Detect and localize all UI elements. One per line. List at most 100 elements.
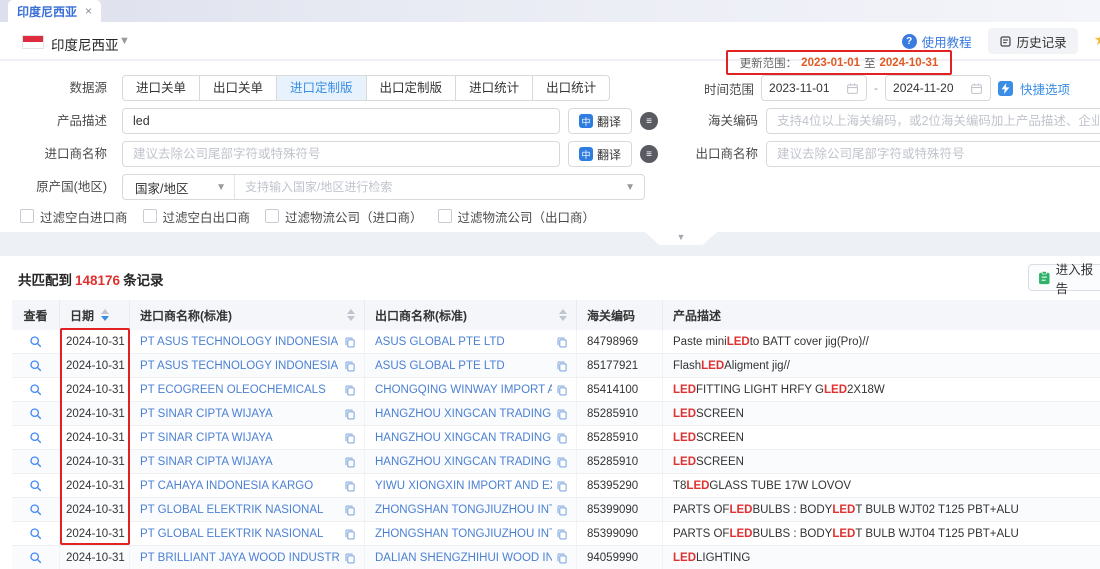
copy-icon[interactable]	[344, 336, 356, 348]
sort-icon[interactable]	[101, 309, 109, 321]
history-button[interactable]: 历史记录	[988, 28, 1078, 54]
column-header-3[interactable]: 出口商名称(标准)	[365, 300, 577, 330]
filter-checkbox-1[interactable]: 过滤空白出口商	[143, 207, 251, 226]
copy-icon[interactable]	[344, 480, 356, 492]
copy-icon[interactable]	[556, 480, 568, 492]
checkbox-icon[interactable]	[265, 209, 279, 223]
tab-indonesia[interactable]: 印度尼西亚 ×	[8, 0, 101, 22]
country-selector-label[interactable]: 印度尼西亚	[51, 34, 119, 54]
importer-link[interactable]: PT CAHAYA INDONESIA KARGO	[140, 480, 340, 492]
data-source-tab-0[interactable]: 进口关单	[123, 76, 199, 100]
hs-code-input[interactable]	[766, 108, 1100, 134]
data-source-tab-2[interactable]: 进口定制版	[276, 76, 366, 100]
view-magnifier-icon[interactable]	[29, 359, 42, 372]
importer-link[interactable]: PT GLOBAL ELEKTRIK NASIONAL	[140, 504, 340, 516]
match-mode-icon[interactable]: ≡	[640, 112, 658, 130]
exporter-link[interactable]: ASUS GLOBAL PTE LTD	[375, 360, 552, 372]
origin-country-input[interactable]	[235, 180, 625, 194]
copy-icon[interactable]	[556, 408, 568, 420]
product-desc-input[interactable]	[122, 108, 560, 134]
view-magnifier-icon[interactable]	[29, 503, 42, 516]
copy-icon[interactable]	[344, 552, 356, 564]
copy-icon[interactable]	[556, 336, 568, 348]
view-cell[interactable]	[12, 402, 60, 425]
checkbox-icon[interactable]	[438, 209, 452, 223]
importer-link[interactable]: PT ASUS TECHNOLOGY INDONESIA BA...	[140, 360, 340, 372]
importer-input[interactable]	[122, 141, 560, 167]
copy-icon[interactable]	[344, 408, 356, 420]
importer-link[interactable]: PT ASUS TECHNOLOGY INDONESIA BA...	[140, 336, 340, 348]
data-source-tab-5[interactable]: 出口统计	[532, 76, 609, 100]
favorite-star-icon[interactable]: ★	[1094, 33, 1100, 49]
end-date-input[interactable]: 2024-11-20	[885, 75, 991, 101]
start-date-input[interactable]: 2023-11-01	[761, 75, 867, 101]
exporter-link[interactable]: HANGZHOU XINGCAN TRADING CO LTD	[375, 456, 552, 468]
view-cell[interactable]	[12, 330, 60, 353]
data-source-tab-3[interactable]: 出口定制版	[366, 76, 456, 100]
checkbox-icon[interactable]	[143, 209, 157, 223]
exporter-link[interactable]: HANGZHOU XINGCAN TRADING CO LTD	[375, 432, 552, 444]
quick-options-icon[interactable]	[998, 81, 1013, 96]
view-cell[interactable]	[12, 450, 60, 473]
view-magnifier-icon[interactable]	[29, 527, 42, 540]
origin-country-dropdown[interactable]: 国家/地区 ▼	[123, 175, 235, 199]
view-cell[interactable]	[12, 426, 60, 449]
copy-icon[interactable]	[344, 528, 356, 540]
copy-icon[interactable]	[344, 456, 356, 468]
quick-options-link[interactable]: 快捷选项	[1020, 79, 1070, 98]
exporter-link[interactable]: ZHONGSHAN TONGJIUZHOU INTERNA...	[375, 504, 552, 516]
view-cell[interactable]	[12, 498, 60, 521]
data-source-tab-4[interactable]: 进口统计	[455, 76, 532, 100]
exporter-link[interactable]: DALIAN SHENGZHIHUI WOOD INDUST...	[375, 552, 552, 564]
view-cell[interactable]	[12, 522, 60, 545]
enter-report-button[interactable]: 进入报告	[1028, 264, 1100, 291]
copy-icon[interactable]	[556, 432, 568, 444]
sort-icon[interactable]	[559, 309, 567, 321]
view-cell[interactable]	[12, 354, 60, 377]
copy-icon[interactable]	[556, 456, 568, 468]
match-mode-icon[interactable]: ≡	[640, 145, 658, 163]
copy-icon[interactable]	[344, 432, 356, 444]
copy-icon[interactable]	[344, 384, 356, 396]
importer-link[interactable]: PT GLOBAL ELEKTRIK NASIONAL	[140, 528, 340, 540]
importer-link[interactable]: PT SINAR CIPTA WIJAYA	[140, 456, 340, 468]
data-source-tab-1[interactable]: 出口关单	[199, 76, 276, 100]
copy-icon[interactable]	[344, 360, 356, 372]
view-magnifier-icon[interactable]	[29, 551, 42, 564]
view-magnifier-icon[interactable]	[29, 431, 42, 444]
copy-icon[interactable]	[556, 360, 568, 372]
copy-icon[interactable]	[556, 384, 568, 396]
column-header-2[interactable]: 进口商名称(标准)	[130, 300, 365, 330]
view-magnifier-icon[interactable]	[29, 383, 42, 396]
copy-icon[interactable]	[556, 528, 568, 540]
checkbox-icon[interactable]	[20, 209, 34, 223]
importer-link[interactable]: PT BRILLIANT JAYA WOOD INDUSTRY	[140, 552, 340, 564]
sort-icon[interactable]	[347, 309, 355, 321]
close-icon[interactable]: ×	[85, 5, 92, 17]
view-cell[interactable]	[12, 546, 60, 569]
exporter-link[interactable]: CHONGQING WINWAY IMPORT AND E...	[375, 384, 552, 396]
view-magnifier-icon[interactable]	[29, 455, 42, 468]
view-cell[interactable]	[12, 474, 60, 497]
chevron-down-icon[interactable]: ▼	[119, 35, 130, 47]
exporter-link[interactable]: ASUS GLOBAL PTE LTD	[375, 336, 552, 348]
exporter-link[interactable]: ZHONGSHAN TONGJIUZHOU INTERNA...	[375, 528, 552, 540]
tutorial-button[interactable]: ? 使用教程	[902, 32, 972, 51]
exporter-link[interactable]: HANGZHOU XINGCAN TRADING CO LTD	[375, 408, 552, 420]
copy-icon[interactable]	[556, 552, 568, 564]
copy-icon[interactable]	[344, 504, 356, 516]
importer-link[interactable]: PT SINAR CIPTA WIJAYA	[140, 432, 340, 444]
view-magnifier-icon[interactable]	[29, 479, 42, 492]
translate-button[interactable]: 中 翻译	[568, 141, 632, 167]
exporter-input[interactable]	[766, 141, 1100, 167]
view-magnifier-icon[interactable]	[29, 335, 42, 348]
filter-checkbox-0[interactable]: 过滤空白进口商	[20, 207, 128, 226]
exporter-link[interactable]: YIWU XIONGXIN IMPORT AND EXPORT...	[375, 480, 552, 492]
view-cell[interactable]	[12, 378, 60, 401]
filter-checkbox-2[interactable]: 过滤物流公司（进口商）	[265, 207, 423, 226]
translate-button[interactable]: 中 翻译	[568, 108, 632, 134]
importer-link[interactable]: PT SINAR CIPTA WIJAYA	[140, 408, 340, 420]
filter-checkbox-3[interactable]: 过滤物流公司（出口商）	[438, 207, 596, 226]
collapse-panel-button[interactable]: ▼	[645, 232, 717, 245]
column-header-1[interactable]: 日期	[60, 300, 130, 330]
